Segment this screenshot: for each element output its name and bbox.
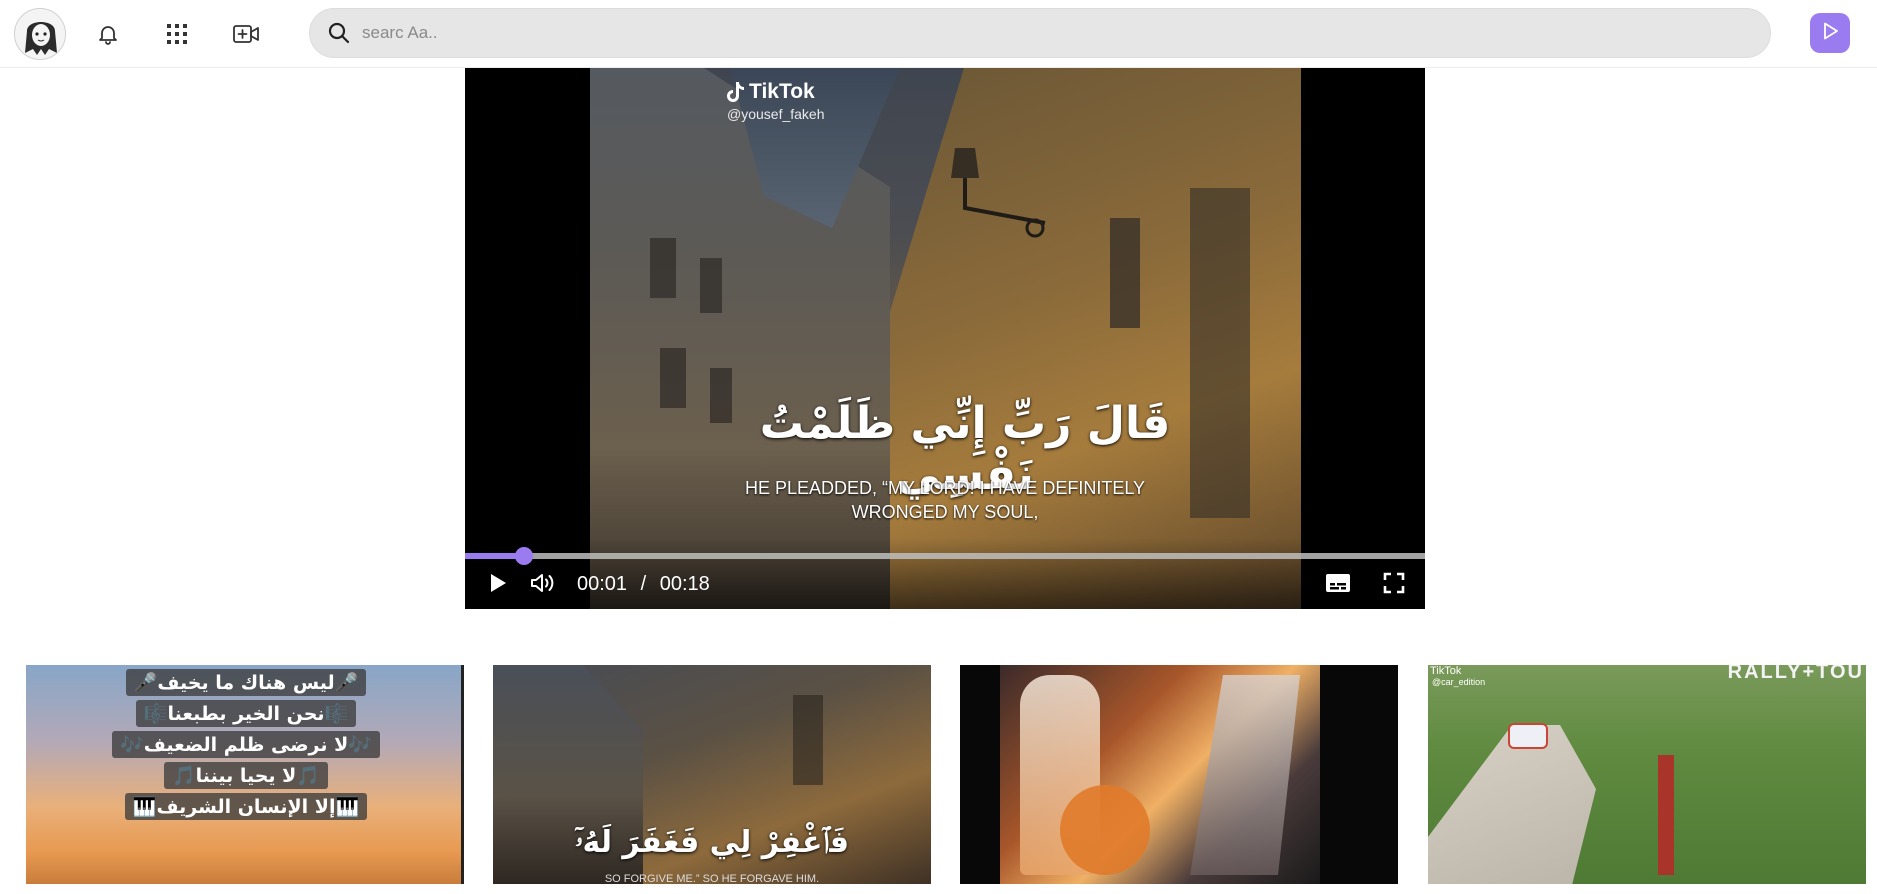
video-thumbnail-4[interactable]: TikTok @car_edition RALLY+TOU [1428, 665, 1866, 884]
volume-button[interactable] [527, 570, 561, 600]
profile-avatar[interactable] [14, 8, 66, 60]
thumbnail-4-title: RALLY+TOU [1727, 665, 1864, 683]
video-add-icon[interactable] [228, 16, 264, 52]
lyric-line: 🎼نحن الخير بطبعنا🎼 [135, 700, 357, 727]
thumbnail-4-brand: TikTok [1430, 665, 1462, 677]
play-button[interactable] [1810, 13, 1850, 53]
video-thumbnail-1[interactable]: 🎤ليس هناك ما يخيف🎤 🎼نحن الخير بطبعنا🎼 🎶ل… [26, 665, 464, 884]
fullscreen-button[interactable] [1377, 570, 1411, 600]
search-input[interactable] [362, 23, 1662, 43]
apps-grid-icon[interactable] [159, 16, 195, 52]
captions-button[interactable] [1321, 570, 1355, 600]
english-caption-line-2: WRONGED MY SOUL, [851, 502, 1039, 522]
duration: 00:18 [659, 573, 710, 595]
search-icon[interactable] [322, 16, 356, 50]
thumbnail-1-lyrics: 🎤ليس هناك ما يخيف🎤 🎼نحن الخير بطبعنا🎼 🎶ل… [112, 669, 380, 820]
seek-bar-handle[interactable] [514, 547, 533, 565]
top-bar [0, 0, 1877, 68]
volume-icon [529, 571, 559, 600]
play-pause-button[interactable] [483, 570, 513, 600]
search-bar [309, 8, 1771, 58]
fullscreen-icon [1383, 572, 1405, 599]
street-lamp-icon [951, 148, 1046, 238]
time-display: 00:01 / 00:18 [577, 573, 710, 596]
rally-car [1508, 723, 1548, 749]
thumbnail-4-road [1428, 725, 1596, 884]
brand-name: TikTok [749, 80, 815, 103]
seek-bar[interactable] [465, 547, 1425, 565]
video-thumbnail-3[interactable] [960, 665, 1398, 884]
tiktok-watermark: TikTok @yousef_fakeh [725, 80, 825, 122]
video-player[interactable]: TikTok @yousef_fakeh قَالَ رَبِّ إِنِّي … [465, 68, 1425, 609]
lyric-line: 🎵لا يحيا بيننا🎵 [164, 762, 328, 789]
lyric-line: 🎶لا نرضى ظلم الضعيف🎶 [112, 731, 380, 758]
lyric-line: 🎤ليس هناك ما يخيف🎤 [125, 669, 367, 696]
video-thumbnail-2[interactable]: فَٱغْفِرْ لِي فَغَفَرَ لَهُۥٓ SO FORGIVE… [493, 665, 931, 884]
brand-handle: @yousef_fakeh [727, 106, 825, 122]
time-separator: / [640, 573, 647, 595]
video-frame: TikTok @yousef_fakeh [590, 68, 1301, 609]
thumbnail-4-handle: @car_edition [1432, 677, 1486, 687]
lyric-line: 🎹إلا الإنسان الشريف🎹 [124, 793, 368, 820]
thumbnail-2-arabic-caption: فَٱغْفِرْ لِي فَغَفَرَ لَهُۥٓ [575, 825, 849, 860]
subtitles-icon [1325, 573, 1351, 598]
english-caption-line-1: HE PLEADDED, “MY LORD! I HAVE DEFINITELY [744, 478, 1146, 498]
play-icon [487, 572, 509, 599]
thumbnail-2-english-caption: SO FORGIVE ME.” SO HE FORGAVE HIM. [604, 873, 820, 884]
play-icon [1819, 20, 1841, 47]
tiktok-logo-icon [727, 82, 744, 102]
current-time: 00:01 [577, 573, 628, 595]
thumbnail-3-artwork [1000, 665, 1320, 884]
bell-icon[interactable] [90, 16, 126, 52]
english-caption: HE PLEADDED, “MY LORD! I HAVE DEFINITELY… [720, 476, 1170, 524]
